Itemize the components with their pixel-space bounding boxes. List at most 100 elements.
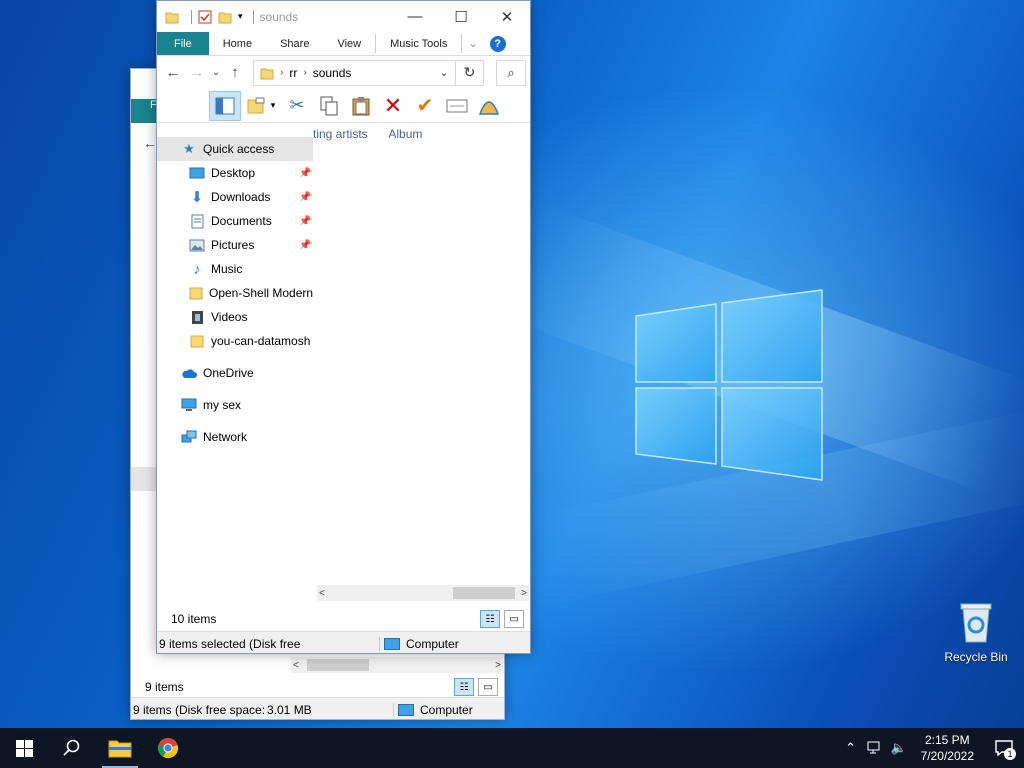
copy-icon[interactable]	[313, 91, 345, 121]
action-center-button[interactable]: 1	[984, 728, 1024, 768]
breadcrumb-rr[interactable]: rr	[289, 66, 297, 80]
back-file-tab[interactable]: F	[131, 99, 157, 123]
computer-icon	[398, 703, 414, 716]
nav-label: Open-Shell Modern	[209, 286, 313, 300]
nav-label: Music	[211, 262, 243, 276]
breadcrumb-sounds[interactable]: sounds	[313, 66, 352, 80]
column-header-album[interactable]: Album	[388, 127, 422, 141]
search-icon[interactable]: ⌕	[496, 59, 526, 86]
volume-icon[interactable]: 🔈	[887, 740, 911, 756]
customize-quick-access-icon[interactable]: ▾	[238, 11, 243, 22]
nav-gap	[157, 385, 313, 393]
window-title: sounds	[259, 9, 299, 24]
tab-music-tools[interactable]: Music Tools	[376, 32, 461, 55]
nav-item-videos[interactable]: Videos	[157, 305, 313, 329]
music-note-icon: ♪	[193, 260, 201, 278]
item-count: 10 items	[171, 612, 217, 626]
scroll-right-icon[interactable]: >	[495, 660, 501, 671]
scroll-left-icon[interactable]: <	[319, 588, 325, 599]
paste-icon[interactable]	[345, 91, 377, 121]
open-shell-icon[interactable]	[473, 91, 505, 121]
nav-item-desktop[interactable]: Desktop 📌	[157, 161, 313, 185]
nav-item-this-pc[interactable]: my sex	[157, 393, 313, 417]
pin-icon[interactable]: 📌	[299, 216, 311, 227]
up-arrow-icon[interactable]: ↑	[223, 64, 247, 81]
maximize-button[interactable]: ☐	[438, 1, 484, 32]
chrome-taskbar-button[interactable]	[144, 728, 192, 768]
nav-label: Quick access	[203, 142, 275, 156]
recent-locations-icon[interactable]: ⌄	[209, 67, 223, 78]
nav-item-onedrive[interactable]: OneDrive	[157, 361, 313, 385]
properties-icon[interactable]	[198, 10, 212, 24]
properties-icon[interactable]	[441, 91, 473, 121]
pin-icon[interactable]: 📌	[299, 168, 311, 179]
large-icons-view-button[interactable]: ▭	[478, 678, 498, 696]
document-icon	[189, 213, 205, 229]
close-button[interactable]: ✕	[484, 1, 530, 32]
scroll-right-icon[interactable]: >	[521, 588, 527, 599]
search-button[interactable]	[48, 728, 96, 768]
details-view-button[interactable]: ☷	[480, 610, 500, 628]
pin-icon[interactable]: 📌	[299, 240, 311, 251]
chevron-right-icon[interactable]: ›	[280, 67, 283, 78]
cut-icon[interactable]: ✂	[281, 91, 313, 121]
delete-icon[interactable]: ✕	[377, 91, 409, 121]
explorer-window-sounds[interactable]: ▾ sounds — ☐ ✕ File Home Share View Musi…	[156, 0, 531, 654]
chevron-down-icon[interactable]: ⌄	[433, 66, 455, 79]
nav-label: Pictures	[211, 238, 255, 252]
checkmark-icon[interactable]: ✔	[409, 91, 441, 121]
forward-arrow-icon[interactable]: →	[185, 64, 209, 81]
back-arrow-icon[interactable]: ←	[161, 64, 185, 81]
back-arrow-icon[interactable]: ←	[143, 135, 157, 151]
scroll-thumb[interactable]	[307, 659, 369, 671]
start-button[interactable]	[0, 728, 48, 768]
tab-view[interactable]: View	[323, 32, 375, 55]
nav-label: Downloads	[211, 190, 271, 204]
nav-gap	[157, 417, 313, 425]
tab-share[interactable]: Share	[266, 32, 323, 55]
views-icon[interactable]: ▾	[241, 91, 281, 121]
tab-home[interactable]: Home	[209, 32, 266, 55]
nav-item-music[interactable]: ♪ Music	[157, 257, 313, 281]
large-icons-view-button[interactable]: ▭	[504, 610, 524, 628]
nav-item-quick-access[interactable]: ★ Quick access	[157, 137, 313, 161]
download-arrow-icon: ⬇	[190, 189, 204, 206]
back-horizontal-scrollbar[interactable]: < >	[291, 657, 503, 673]
nav-item-open-shell-modern[interactable]: Open-Shell Modern	[157, 281, 313, 305]
network-tray-icon[interactable]	[863, 740, 887, 757]
new-folder-icon[interactable]	[218, 10, 232, 24]
minimize-button[interactable]: —	[392, 1, 438, 32]
back-status-bar: 9 items ☷ ▭	[131, 675, 504, 699]
refresh-icon[interactable]: ↻	[456, 59, 484, 86]
nav-item-pictures[interactable]: Pictures 📌	[157, 233, 313, 257]
chevron-up-icon[interactable]: ⌃	[839, 740, 863, 756]
desktop-icon	[189, 165, 205, 181]
scroll-left-icon[interactable]: <	[293, 660, 299, 671]
expand-ribbon-icon[interactable]: ⌄	[462, 32, 483, 55]
vertical-scrollbar[interactable]	[523, 123, 530, 585]
column-header-contributing-artists[interactable]: ting artists	[313, 127, 368, 141]
windows-start-icon	[15, 739, 33, 757]
nav-item-documents[interactable]: Documents 📌	[157, 209, 313, 233]
horizontal-scrollbar[interactable]: < >	[317, 585, 529, 601]
nav-label: Network	[203, 430, 248, 444]
clock[interactable]: 2:15 PM 7/20/2022	[911, 732, 984, 764]
nav-item-downloads[interactable]: ⬇ Downloads 📌	[157, 185, 313, 209]
nav-item-you-can-datamosh[interactable]: you-can-datamosh	[157, 329, 313, 353]
info-bar: 9 items selected (Disk free Computer	[157, 631, 530, 653]
file-explorer-taskbar-button[interactable]	[96, 728, 144, 768]
address-bar[interactable]: › rr › sounds ⌄	[253, 59, 456, 86]
help-icon[interactable]: ?	[489, 36, 506, 52]
pin-icon[interactable]: 📌	[299, 192, 311, 203]
selection-status: 9 items selected (Disk free	[159, 636, 301, 651]
scroll-thumb[interactable]	[453, 587, 515, 599]
chevron-right-icon[interactable]: ›	[303, 67, 306, 78]
nav-item-network[interactable]: Network	[157, 425, 313, 449]
tab-file[interactable]: File	[157, 32, 209, 55]
content-area: ting artists Album ★ Quick access Deskto…	[157, 123, 530, 601]
details-view-button[interactable]: ☷	[454, 678, 474, 696]
recycle-bin-shortcut[interactable]: Recycle Bin	[940, 600, 1012, 664]
title-bar[interactable]: ▾ sounds — ☐ ✕	[157, 1, 530, 32]
navigation-pane-icon[interactable]	[209, 90, 241, 121]
nav-label: OneDrive	[203, 366, 254, 380]
